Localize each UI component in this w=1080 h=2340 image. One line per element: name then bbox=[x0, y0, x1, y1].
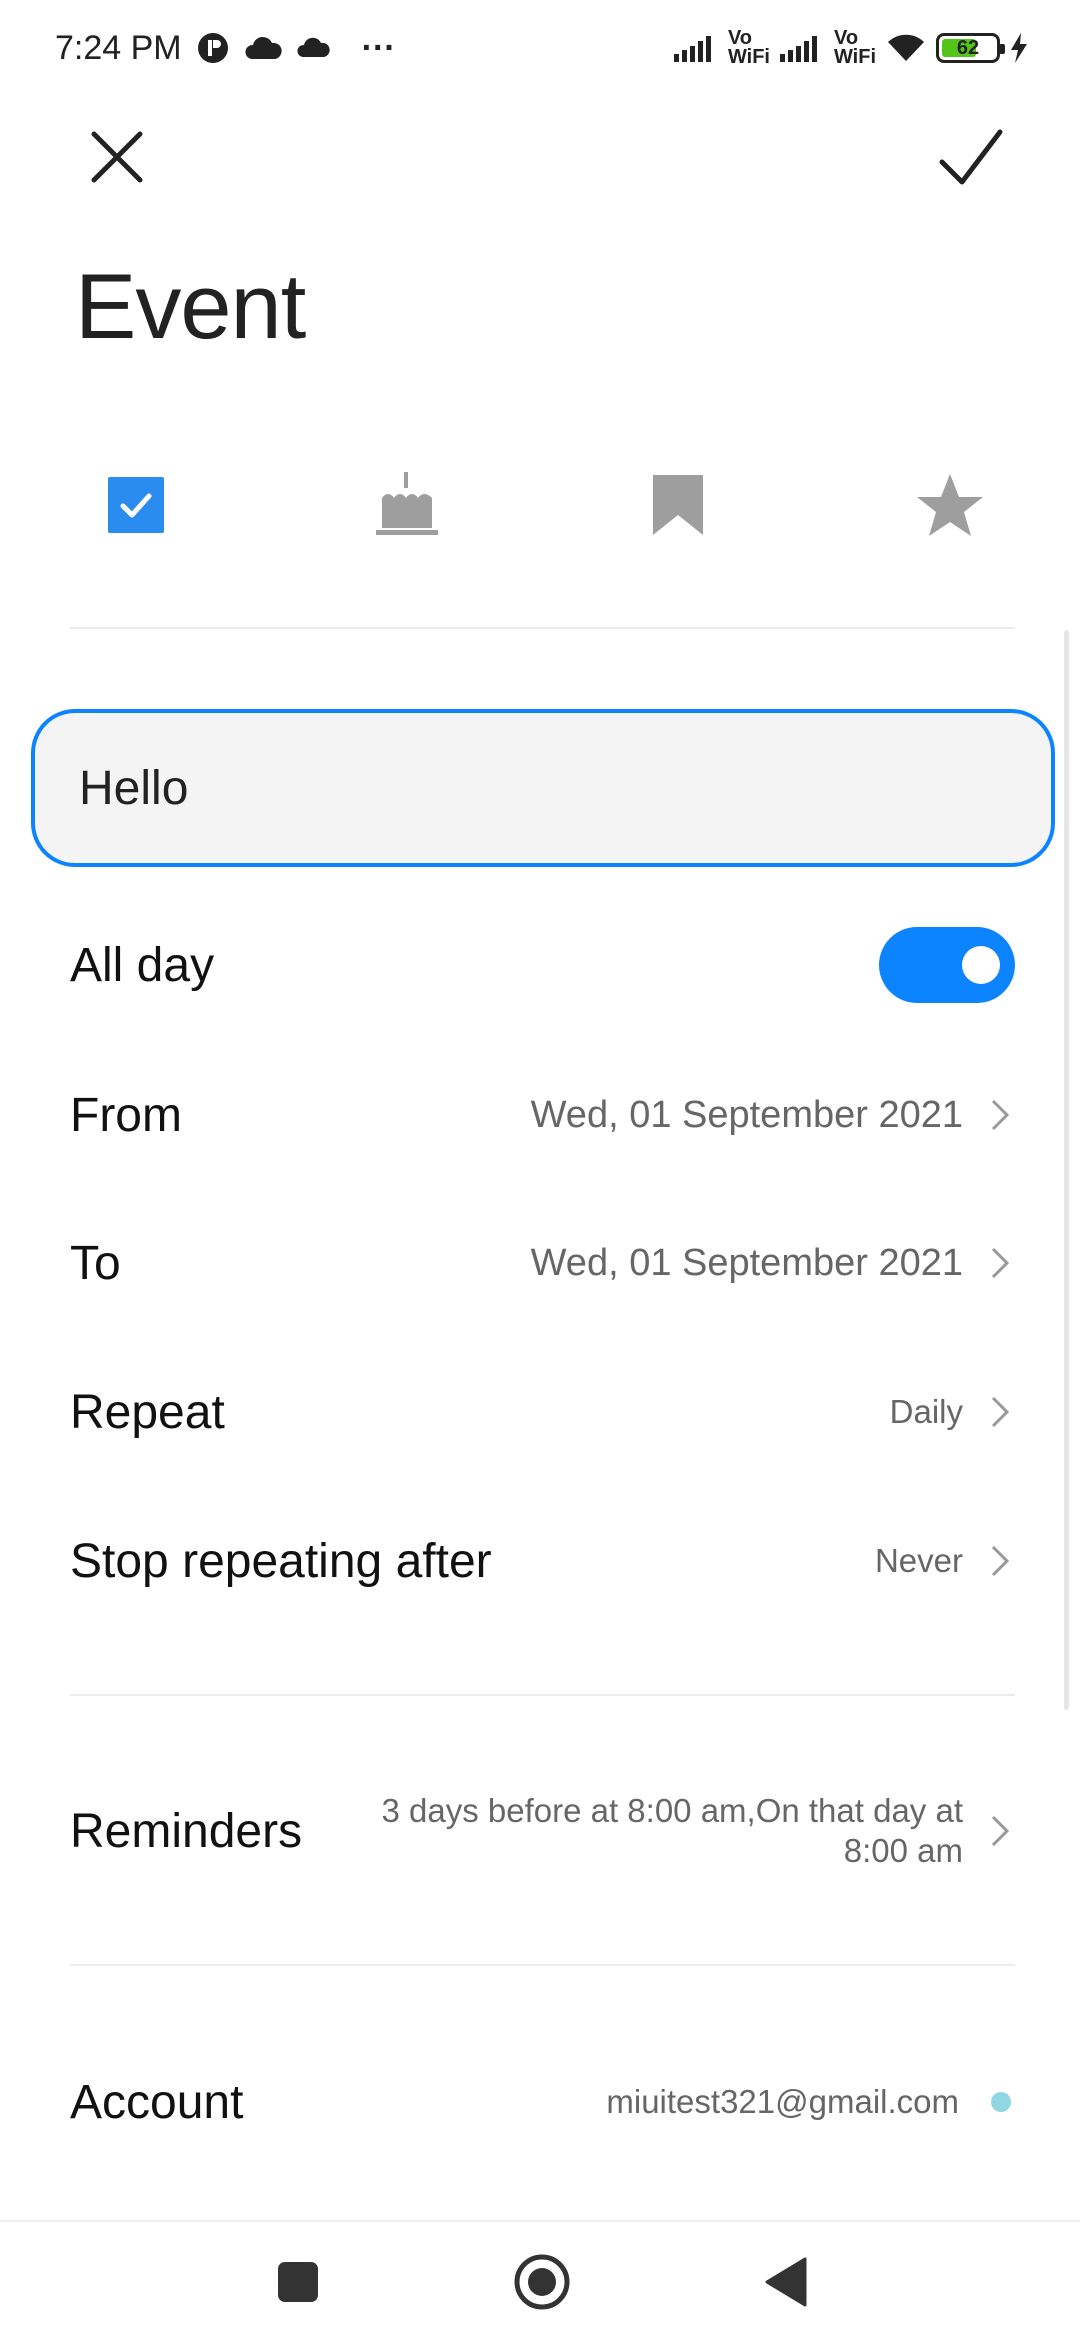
back-button[interactable] bbox=[746, 2242, 826, 2322]
navigation-bar bbox=[0, 2220, 1080, 2340]
all-day-toggle[interactable] bbox=[879, 927, 1015, 1003]
vowifi-label-2: Vo WiFi bbox=[833, 27, 876, 68]
tab-important[interactable] bbox=[900, 455, 1000, 555]
back-triangle-icon bbox=[765, 2257, 807, 2307]
reminders-value: 3 days before at 8:00 am,On that day at … bbox=[381, 1792, 963, 1869]
repeat-label: Repeat bbox=[70, 1385, 225, 1439]
tab-birthday[interactable] bbox=[357, 455, 457, 555]
status-time: 7:24 PM bbox=[55, 28, 182, 67]
status-bar: 7:24 PM ··· Vo WiFi Vo WiFi 62 bbox=[0, 0, 1080, 96]
stop-repeating-row[interactable]: Stop repeating after Never bbox=[70, 1506, 1015, 1616]
tab-anniversary[interactable] bbox=[628, 455, 728, 555]
to-label: To bbox=[70, 1236, 121, 1290]
save-button[interactable] bbox=[930, 118, 1010, 198]
reminders-label: Reminders bbox=[70, 1804, 303, 1858]
square-icon bbox=[278, 2262, 318, 2302]
vowifi-label-1: Vo WiFi bbox=[727, 27, 770, 68]
charging-icon bbox=[1010, 33, 1028, 63]
app-notification-icon bbox=[196, 31, 230, 65]
toggle-knob bbox=[962, 946, 1000, 984]
recents-button[interactable] bbox=[258, 2242, 338, 2322]
repeat-value: Daily bbox=[889, 1393, 963, 1430]
close-icon bbox=[91, 131, 143, 183]
chevron-right-icon bbox=[991, 1815, 1010, 1847]
birthday-cake-icon bbox=[376, 472, 438, 535]
close-button[interactable] bbox=[82, 122, 152, 192]
status-overflow: ··· bbox=[361, 28, 396, 67]
all-day-row[interactable]: All day bbox=[70, 910, 1015, 1020]
stop-repeating-label: Stop repeating after bbox=[70, 1534, 492, 1588]
cloud-sync-icon bbox=[244, 33, 282, 63]
page-title: Event bbox=[75, 256, 306, 358]
chevron-right-icon bbox=[991, 1396, 1010, 1428]
account-row[interactable]: Account miuitest321@gmail.com bbox=[70, 2047, 1015, 2157]
divider bbox=[70, 1964, 1015, 1966]
signal-icon-2 bbox=[779, 34, 824, 62]
scrollbar[interactable] bbox=[1064, 630, 1069, 1710]
to-row[interactable]: To Wed, 01 September 2021 bbox=[70, 1208, 1015, 1318]
battery-icon: 62 bbox=[936, 33, 1005, 63]
event-type-tabs bbox=[0, 455, 1080, 555]
from-row[interactable]: From Wed, 01 September 2021 bbox=[70, 1060, 1015, 1170]
divider bbox=[70, 627, 1015, 629]
account-label: Account bbox=[70, 2075, 244, 2129]
account-email: miuitest321@gmail.com bbox=[606, 2083, 959, 2120]
chevron-right-icon bbox=[991, 1247, 1010, 1279]
reminders-row[interactable]: Reminders 3 days before at 8:00 am,On th… bbox=[70, 1776, 1015, 1886]
bookmark-icon bbox=[653, 475, 703, 535]
from-date: Wed, 01 September 2021 bbox=[530, 1093, 963, 1136]
stop-repeating-value: Never bbox=[874, 1542, 963, 1579]
account-color-dot bbox=[991, 2092, 1011, 2112]
from-label: From bbox=[70, 1088, 182, 1142]
home-circle-icon bbox=[514, 2254, 570, 2310]
to-date: Wed, 01 September 2021 bbox=[530, 1241, 963, 1284]
event-title-field[interactable] bbox=[31, 709, 1055, 867]
star-icon bbox=[917, 474, 983, 536]
wifi-icon bbox=[886, 33, 926, 63]
event-title-input[interactable] bbox=[79, 760, 1051, 816]
cloud-icon bbox=[296, 35, 332, 61]
checkmark-icon bbox=[939, 129, 1003, 185]
divider bbox=[70, 1694, 1015, 1696]
chevron-right-icon bbox=[991, 1545, 1010, 1577]
signal-icon bbox=[673, 34, 718, 62]
chevron-right-icon bbox=[991, 1099, 1010, 1131]
tab-event[interactable] bbox=[86, 455, 186, 555]
home-button[interactable] bbox=[502, 2242, 582, 2322]
all-day-label: All day bbox=[70, 938, 215, 992]
checklist-icon bbox=[108, 477, 164, 533]
repeat-row[interactable]: Repeat Daily bbox=[70, 1357, 1015, 1467]
event-editor-screen: 7:24 PM ··· Vo WiFi Vo WiFi 62 Event Hel… bbox=[0, 0, 1080, 2340]
